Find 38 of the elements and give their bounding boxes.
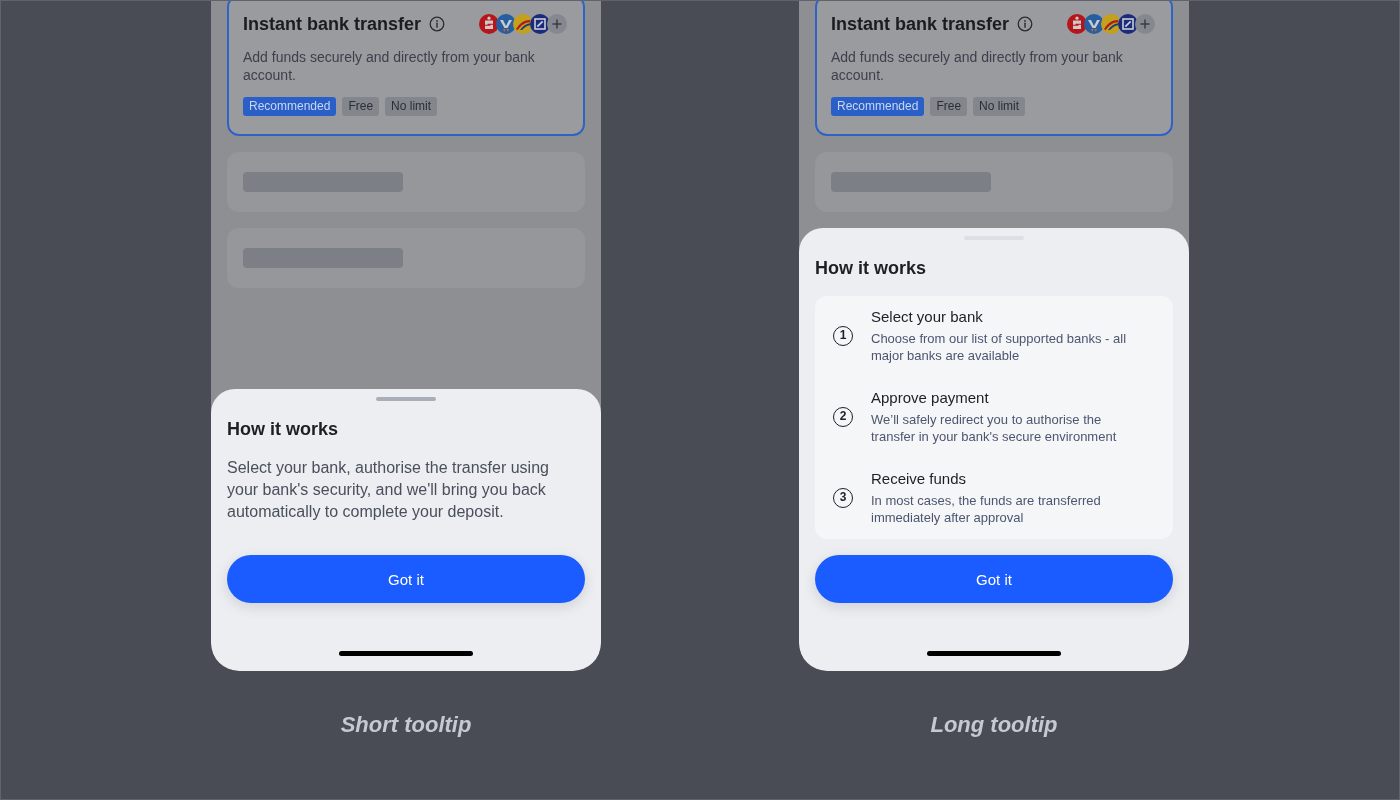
step-description: In most cases, the funds are transferred immediately after approval [871, 492, 1102, 526]
caption: Long tooltip [930, 711, 1058, 739]
info-icon[interactable] [1017, 16, 1034, 32]
sheet-text: Select your bank, authorise the transfer using your bank's security, and we'll bring you back automatically to complete your deposit. [227, 458, 550, 522]
step-description: Choose from our list of supported banks - all major banks are available [871, 330, 1128, 364]
plus-icon [1135, 14, 1155, 34]
step-title: Select your bank [871, 307, 984, 327]
card-description: Add funds securely and directly from your bank account. [831, 48, 1124, 84]
bank-logo-icon [1101, 14, 1121, 34]
bank-logo-icon [530, 14, 550, 34]
card-description: Add funds securely and directly from your bank account. [243, 48, 536, 84]
payment-option-card[interactable]: Instant bank transfer Add funds securely and directly from your bank account. Recommended Free No limit [815, 1, 1173, 136]
bank-logo-icon [1084, 14, 1104, 34]
payment-option-card[interactable]: Instant bank transfer Add funds securely and directly from your bank account. Recommended Free No limit [227, 1, 585, 136]
tag: Free [342, 97, 380, 116]
bank-logo-icon [479, 14, 499, 34]
tag: Recommended [831, 97, 925, 116]
drag-handle[interactable] [376, 397, 436, 401]
step-description: We’ll safely redirect you to authorise the transfer in your bank's secure environment [871, 411, 1118, 445]
caption: Short tooltip [340, 711, 472, 739]
tag: No limit [973, 97, 1026, 116]
bank-logo-icon [496, 14, 516, 34]
bank-logo-icon [513, 14, 533, 34]
step-title: Approve payment [871, 388, 990, 408]
tag: Free [930, 97, 968, 116]
got-it-button[interactable]: Got it [815, 555, 1173, 603]
bank-logo-icon [1067, 14, 1087, 34]
sheet-title: How it works [815, 257, 927, 280]
info-icon[interactable] [429, 16, 446, 32]
tag: Recommended [243, 97, 337, 116]
step-title: Receive funds [871, 469, 968, 489]
got-it-button[interactable]: Got it [227, 555, 585, 603]
bank-logo-icon [1118, 14, 1138, 34]
card-title: Instant bank transfer [831, 13, 1010, 36]
card-title: Instant bank transfer [243, 13, 422, 36]
tag: No limit [385, 97, 438, 116]
sheet-title: How it works [227, 418, 339, 441]
plus-icon [547, 14, 567, 34]
